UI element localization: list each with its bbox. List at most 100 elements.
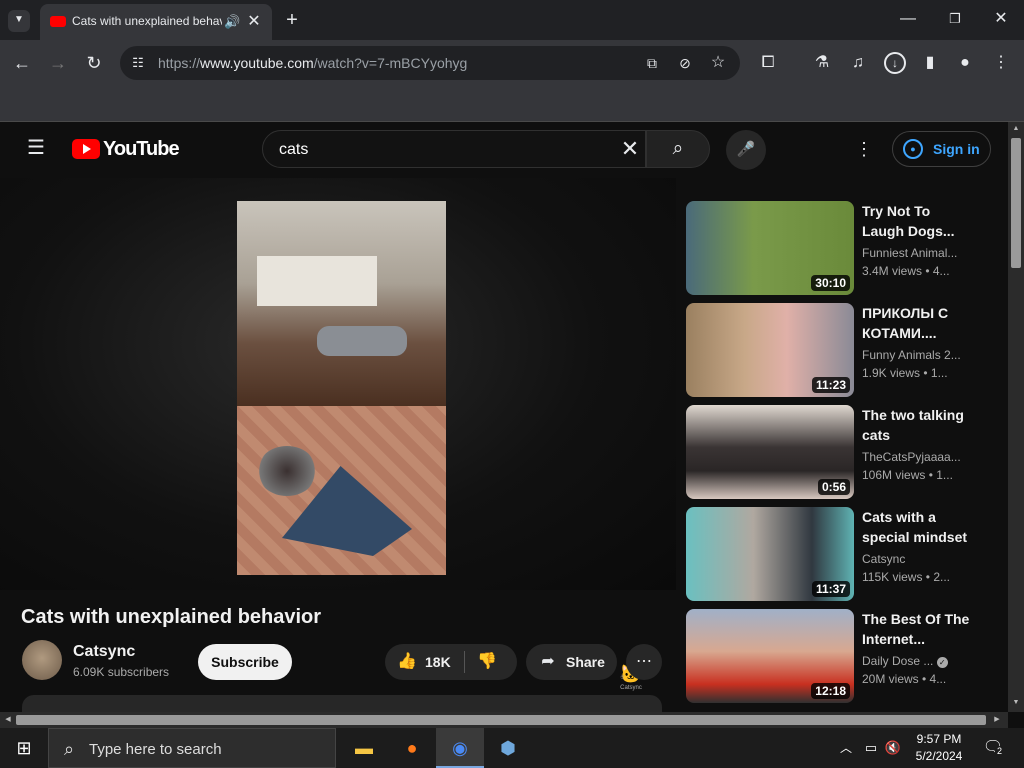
scroll-up-icon[interactable]: ▲ [1011,124,1021,134]
like-button[interactable]: 👍 [397,652,417,672]
recommendation-item[interactable]: 0:56 The two talking cats TheCatsPyjaaaa… [686,405,976,499]
video-thumbnail[interactable]: 0:56 [686,405,854,499]
downloads-icon[interactable]: ↓ [884,52,906,74]
sign-in-label: Sign in [933,141,980,157]
recommendation-item[interactable]: 12:18 The Best Of The Internet... Daily … [686,609,976,703]
hamburger-menu-icon[interactable]: ☰ [24,138,48,158]
url-text: https://www.youtube.com/watch?v=7-mBCYyo… [158,55,468,71]
share-label: Share [566,654,605,670]
install-app-icon[interactable]: ⧉ [642,53,662,73]
labs-flask-icon[interactable]: ⚗ [812,53,832,73]
youtube-logo-icon[interactable] [72,139,100,159]
recommendation-channel[interactable]: Funniest Animal... [862,246,962,260]
side-panel-icon[interactable]: ▮ [920,53,940,73]
bookmark-star-icon[interactable]: ☆ [708,53,728,73]
restore-icon[interactable]: ❐ [945,9,965,29]
recommendation-title[interactable]: The two talking cats [862,405,972,445]
recommendation-meta: 106M views • 1... [862,468,953,482]
close-window-icon[interactable]: ✕ [991,9,1011,29]
clear-search-icon[interactable]: ✕ [619,138,641,160]
settings-menu-icon[interactable]: ⋮ [854,139,874,159]
search-input[interactable]: cats ✕ [262,130,646,168]
network-icon[interactable]: ▭ [862,738,880,758]
sign-in-button[interactable]: ● Sign in [892,131,991,167]
volume-muted-icon[interactable]: 🔇 [884,738,902,758]
recommendation-meta: 3.4M views • 4... [862,264,950,278]
voice-search-button[interactable]: 🎤 [726,130,766,170]
recommendation-title[interactable]: The Best Of The Internet... [862,609,972,649]
file-explorer-icon[interactable]: ▬ [340,728,388,768]
browser-toolbar: ← → ↻ ☷ https://www.youtube.com/watch?v=… [0,40,1024,86]
search-query: cats [279,141,309,158]
kitchen-counter [257,256,377,306]
scrollbar-thumb[interactable] [1011,138,1021,268]
recommendation-title[interactable]: ПРИКОЛЫ С КОТАМИ.... [862,303,972,343]
horizontal-scrollbar[interactable]: ◀ ▶ [0,712,1008,728]
search-icon: ⌕ [672,138,684,159]
recommendation-channel[interactable]: Catsync [862,552,962,566]
scrollbar-thumb[interactable] [16,715,986,725]
clock-date: 5/2/2024 [915,749,963,763]
back-icon[interactable]: ← [12,53,32,73]
recommendation-channel[interactable]: TheCatsPyjaaaa... [862,450,962,464]
notification-count: 2 [995,746,1005,757]
minimize-icon[interactable]: — [898,9,918,29]
virtualbox-icon[interactable]: ⬢ [484,728,532,768]
video-player[interactable] [0,178,676,590]
subscribe-button[interactable]: Subscribe [198,644,292,680]
firefox-icon[interactable]: ● [388,728,436,768]
new-tab-icon[interactable]: + [282,10,302,30]
media-controls-icon[interactable]: ♫ [848,53,868,73]
recommendation-channel[interactable]: Funny Animals 2... [862,348,962,362]
account-icon: ● [903,139,923,159]
description-box[interactable] [22,695,662,712]
vertical-scrollbar[interactable]: ▲ ▼ [1008,122,1024,712]
notifications-icon[interactable]: 🗨 2 [982,738,1005,758]
video-thumbnail[interactable]: 11:23 [686,303,854,397]
recommendation-item[interactable]: 11:23 ПРИКОЛЫ С КОТАМИ.... Funny Animals… [686,303,976,397]
reload-icon[interactable]: ↻ [84,53,104,73]
video-title: Cats with unexplained behavior [21,606,322,628]
clock-time: 9:57 PM [916,732,962,746]
recommendation-title[interactable]: Try Not To Laugh Dogs... [862,201,972,241]
address-bar[interactable]: ☷ https://www.youtube.com/watch?v=7-mBCY… [120,46,740,80]
forward-icon[interactable]: → [48,53,68,73]
scroll-down-icon[interactable]: ▼ [1011,698,1021,708]
bookmarks-bar [0,86,1024,122]
windows-start-icon[interactable]: ⊞ [12,738,36,758]
scroll-right-icon[interactable]: ▶ [992,715,1002,725]
close-tab-icon[interactable]: ✕ [246,12,262,32]
more-actions-button[interactable]: ⋯ [626,644,662,680]
taskbar-search[interactable]: ⌕ Type here to search [48,728,336,768]
tracking-protection-icon[interactable]: ⊘ [675,53,695,73]
browser-tab[interactable]: Cats with unexplained behavior 🔊 ✕ [40,4,272,40]
video-frame[interactable] [237,201,446,575]
recommendation-item[interactable]: 11:37 Cats with a special mindset Catsyn… [686,507,976,601]
chrome-icon[interactable]: ◉ [436,728,484,768]
scroll-left-icon[interactable]: ◀ [3,715,13,725]
recommendation-title[interactable]: Cats with a special mindset [862,507,972,547]
youtube-logo-text[interactable]: YouTube [103,138,180,161]
video-thumbnail[interactable]: 12:18 [686,609,854,703]
tab-search-icon[interactable]: ▼ [8,10,30,32]
recommendation-meta: 20M views • 4... [862,672,947,686]
channel-name[interactable]: Catsync [73,643,135,661]
extensions-icon[interactable]: ⧠ [758,53,778,73]
search-button[interactable]: ⌕ [646,130,710,168]
profile-icon[interactable]: ● [955,53,975,73]
speaker-icon[interactable]: 🔊 [224,12,240,32]
recommendation-channel[interactable]: Daily Dose ... ✓ [862,654,962,668]
tab-title: Cats with unexplained behavior [72,14,222,28]
recommendation-item[interactable]: 30:10 Try Not To Laugh Dogs... Funniest … [686,201,976,295]
search-icon: ⌕ [63,739,75,759]
duration-badge: 0:56 [817,479,850,495]
system-clock[interactable]: 9:57 PM 5/2/2024 [905,731,973,765]
video-thumbnail[interactable]: 11:37 [686,507,854,601]
video-thumbnail[interactable]: 30:10 [686,201,854,295]
dislike-button[interactable]: 👎 [477,652,497,672]
share-button[interactable]: ➦ Share [526,644,617,680]
site-info-icon[interactable]: ☷ [128,53,148,73]
browser-menu-icon[interactable]: ⋮ [991,53,1011,73]
show-hidden-icons-icon[interactable]: ︿ [838,738,854,758]
channel-avatar[interactable] [22,640,62,680]
